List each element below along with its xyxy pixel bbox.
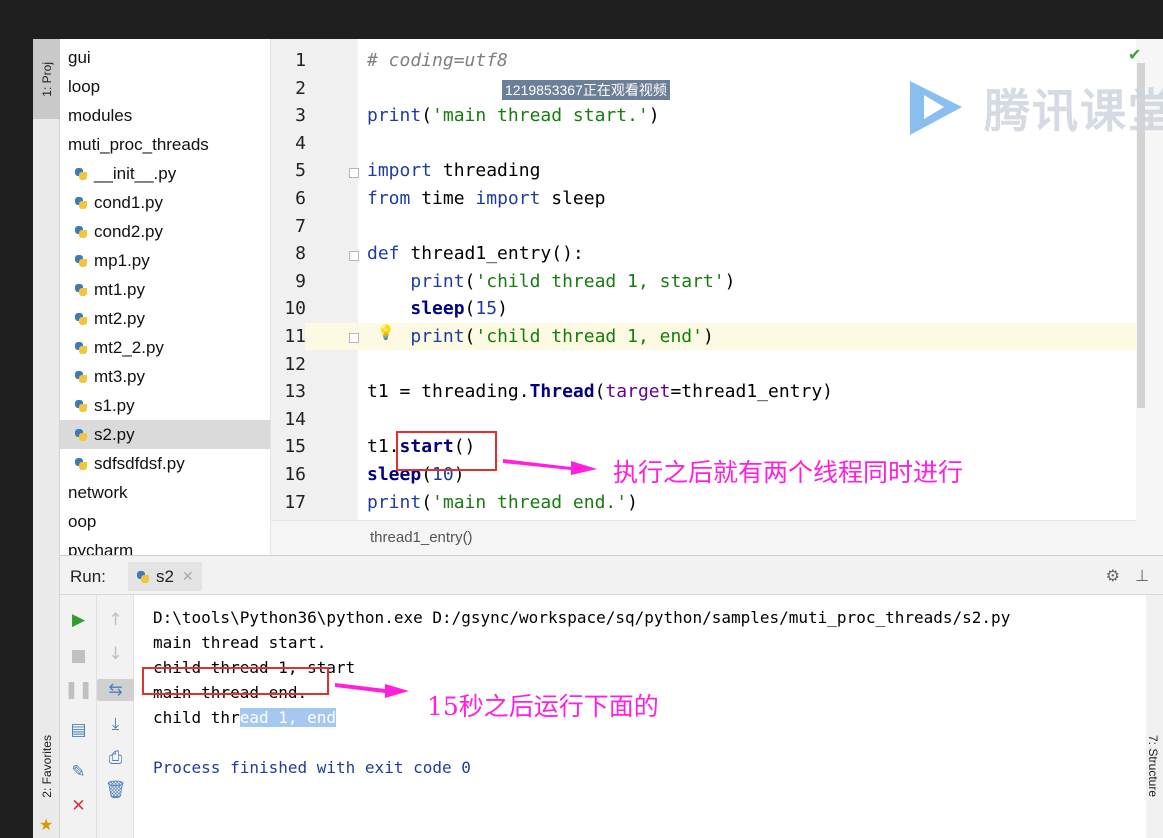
code-text[interactable]: t1 = threading.Thread(target=thread1_ent…	[367, 378, 1127, 405]
console-exit-line: Process finished with exit code 0	[153, 758, 471, 777]
run-side-toolbar-2: ↑ ↓ ⇆ ⤓ ⎙ 🗑	[97, 595, 134, 838]
code-text[interactable]: import threading	[367, 157, 1127, 184]
pin-icon[interactable]: ✎	[60, 761, 97, 783]
code-text[interactable]: sleep(15)	[367, 295, 1127, 322]
line-number: 12	[284, 353, 306, 375]
line-number: 11	[284, 326, 306, 347]
console-command-line: D:\tools\Python36\python.exe D:/gsync/wo…	[153, 608, 1011, 627]
check-icon: ✔	[1128, 45, 1142, 64]
start-call-highlight-box	[396, 431, 497, 471]
fold-marker-icon[interactable]	[349, 251, 359, 261]
gear-icon[interactable]: ⚙	[1106, 566, 1120, 585]
line-number: 17	[284, 491, 306, 513]
breadcrumb-bar: thread1_entry()	[271, 520, 1136, 555]
code-text[interactable]	[367, 406, 1127, 433]
run-toolbar: ⚙ ⊥	[1106, 566, 1149, 585]
down-arrow-icon[interactable]: ↓	[97, 643, 134, 665]
print-icon[interactable]: ⎙	[97, 747, 134, 769]
console-line: main thread start.	[153, 633, 327, 652]
tree-item[interactable]: pycharm	[60, 536, 270, 556]
hide-panel-icon[interactable]: ⊥	[1135, 566, 1149, 585]
run-side-toolbar: ▶ ■ ❚❚ ▤ ✎ ✕	[60, 595, 97, 838]
soft-wrap-icon[interactable]: ⇆	[97, 679, 134, 701]
scroll-to-end-icon[interactable]: ⤓	[97, 713, 134, 735]
line-number: 15	[284, 436, 306, 458]
pause-icon[interactable]: ❚❚	[60, 679, 97, 701]
run-tab-s2[interactable]: s2 ✕	[128, 562, 202, 591]
layout-icon[interactable]: ▤	[60, 719, 97, 741]
close-icon[interactable]: ✕	[182, 568, 194, 585]
run-panel-header: Run: s2 ✕ ⚙ ⊥	[60, 555, 1163, 595]
line-number: 3	[295, 105, 306, 127]
star-icon: ★	[39, 815, 54, 834]
line-number: 13	[284, 381, 306, 403]
selected-text: ead 1, end	[239, 708, 337, 727]
line-number: 7	[295, 215, 306, 237]
stop-icon[interactable]: ■	[60, 645, 97, 667]
code-text[interactable]: print('main thread end.')	[367, 489, 1127, 516]
python-file-icon	[136, 570, 150, 584]
main-end-highlight-box	[142, 667, 329, 695]
annotation-start-note: 执行之后就有两个线程同时进行	[613, 458, 964, 487]
video-top-bar	[0, 0, 1163, 39]
trash-icon[interactable]: 🗑	[97, 779, 134, 801]
rerun-icon[interactable]: ▶	[60, 609, 97, 631]
line-number: 10	[284, 298, 306, 320]
pycharm-window: 1: Proj 2: Favorites ★ gui loop modules mut…	[33, 39, 1163, 838]
line-number: 9	[295, 270, 306, 292]
line-number: 16	[284, 464, 306, 485]
favorites-tool-tab[interactable]: 2: Favorites	[33, 719, 60, 814]
right-tool-strip: 7: Structure	[1146, 595, 1163, 838]
code-text[interactable]	[367, 351, 1127, 378]
line-number: 1	[295, 50, 306, 71]
line-number: 6	[295, 188, 306, 209]
line-number: 5	[295, 160, 306, 182]
run-label: Run:	[70, 567, 106, 586]
breadcrumb[interactable]: thread1_entry()	[370, 529, 473, 546]
code-text[interactable]	[367, 213, 1127, 240]
viewer-watermark: 1219853367正在观看视频	[502, 80, 670, 100]
fold-marker-icon[interactable]	[349, 333, 359, 343]
code-text[interactable]: # coding=utf8	[367, 47, 1127, 74]
code-text[interactable]: print('child thread 1, end')	[367, 323, 1127, 350]
tree-item-label: pycharm	[68, 540, 134, 556]
annotation-arrow-icon	[335, 683, 409, 698]
line-number: 8	[295, 243, 306, 265]
annotation-end-note: 15秒之后运行下面的	[427, 692, 659, 721]
play-logo-icon	[900, 77, 970, 139]
line-number: 4	[295, 132, 306, 154]
structure-tool-tab[interactable]: 7: Structure	[1146, 735, 1160, 797]
annotation-arrow-icon	[503, 459, 597, 475]
lightbulb-icon[interactable]: 💡	[377, 325, 394, 341]
code-text[interactable]: def thread1_entry():	[367, 240, 1127, 267]
fold-marker-icon[interactable]	[349, 168, 359, 178]
close-run-icon[interactable]: ✕	[60, 795, 97, 817]
code-text[interactable]: from time import sleep	[367, 185, 1127, 212]
up-arrow-icon[interactable]: ↑	[97, 609, 134, 631]
brand-watermark: 腾讯课堂	[900, 75, 1163, 141]
console-line: child thread 1, end	[153, 708, 337, 727]
line-number: 14	[284, 408, 306, 430]
line-number: 2	[295, 77, 306, 99]
code-text[interactable]: print('child thread 1, start')	[367, 268, 1127, 295]
